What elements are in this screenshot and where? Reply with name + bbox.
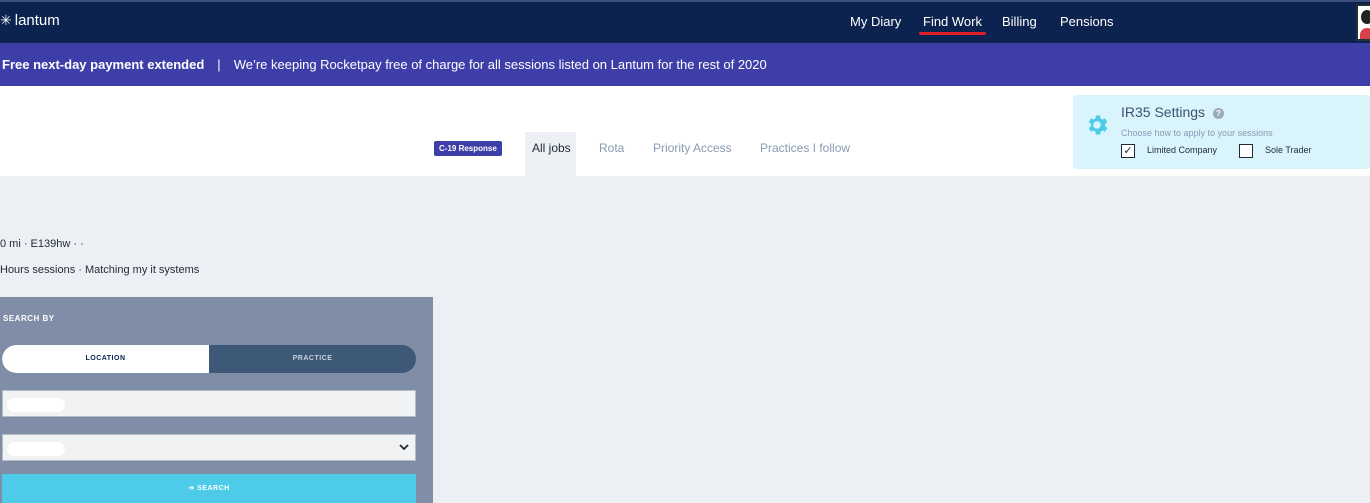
nav-billing[interactable]: Billing xyxy=(1002,14,1037,29)
location-input[interactable] xyxy=(2,390,416,417)
nav-pensions[interactable]: Pensions xyxy=(1060,14,1113,29)
distance-select[interactable] xyxy=(2,434,416,461)
user-avatar[interactable] xyxy=(1356,4,1370,41)
chevron-down-icon xyxy=(399,444,409,451)
toggle-location[interactable]: LOCATION xyxy=(2,345,209,373)
ir35-subtitle: Choose how to apply to your sessions xyxy=(1121,128,1273,138)
tab-practices-i-follow[interactable]: Practices I follow xyxy=(760,141,850,155)
avatar-body xyxy=(1360,28,1370,39)
logo-text: lantum xyxy=(14,12,60,29)
c19-response-badge[interactable]: C-19 Response xyxy=(434,141,502,156)
lantum-logo[interactable]: ✳ lantum xyxy=(0,12,60,29)
logo-star-icon: ✳ xyxy=(0,12,12,28)
gear-icon[interactable] xyxy=(1084,112,1110,138)
tab-all-jobs[interactable]: All jobs xyxy=(532,141,571,155)
help-icon[interactable]: ? xyxy=(1212,108,1224,119)
search-button[interactable]: ➔ SEARCH xyxy=(2,474,416,503)
tab-rota[interactable]: Rota xyxy=(599,141,624,155)
ir35-title-text: IR35 Settings xyxy=(1121,104,1206,120)
avatar-head xyxy=(1361,10,1370,24)
limited-company-checkbox[interactable]: ✓ xyxy=(1121,144,1135,158)
limited-company-label: Limited Company xyxy=(1147,145,1218,155)
active-nav-underline xyxy=(919,32,986,35)
redacted-select-value xyxy=(7,442,65,456)
search-summary-location: 0 mi · E139hw · · xyxy=(0,238,84,250)
search-mode-toggle[interactable]: LOCATION PRACTICE xyxy=(2,345,416,373)
announcement-banner: Free next-day payment extended | We’re k… xyxy=(0,43,1370,86)
banner-separator: | xyxy=(217,57,221,72)
banner-headline: Free next-day payment extended xyxy=(2,57,205,72)
top-nav: ✳ lantum My Diary Find Work Billing Pens… xyxy=(0,0,1370,43)
banner-text: We’re keeping Rocketpay free of charge f… xyxy=(233,57,767,72)
ir35-settings-card: IR35 Settings ? Choose how to apply to y… xyxy=(1073,95,1370,169)
nav-my-diary[interactable]: My Diary xyxy=(850,14,901,29)
search-summary-filters: Hours sessions · Matching my it systems xyxy=(0,264,200,276)
tab-priority-access[interactable]: Priority Access xyxy=(653,141,732,155)
toggle-practice[interactable]: PRACTICE xyxy=(209,345,416,373)
sole-trader-checkbox[interactable] xyxy=(1239,144,1253,158)
ir35-title: IR35 Settings ? xyxy=(1121,104,1224,120)
search-by-heading: SEARCH BY xyxy=(3,314,55,323)
nav-find-work[interactable]: Find Work xyxy=(919,14,986,35)
search-panel: SEARCH BY LOCATION PRACTICE ➔ SEARCH xyxy=(0,297,433,503)
nav-find-work-label: Find Work xyxy=(923,14,982,29)
sole-trader-label: Sole Trader xyxy=(1265,145,1312,155)
redacted-location-value xyxy=(7,398,65,412)
